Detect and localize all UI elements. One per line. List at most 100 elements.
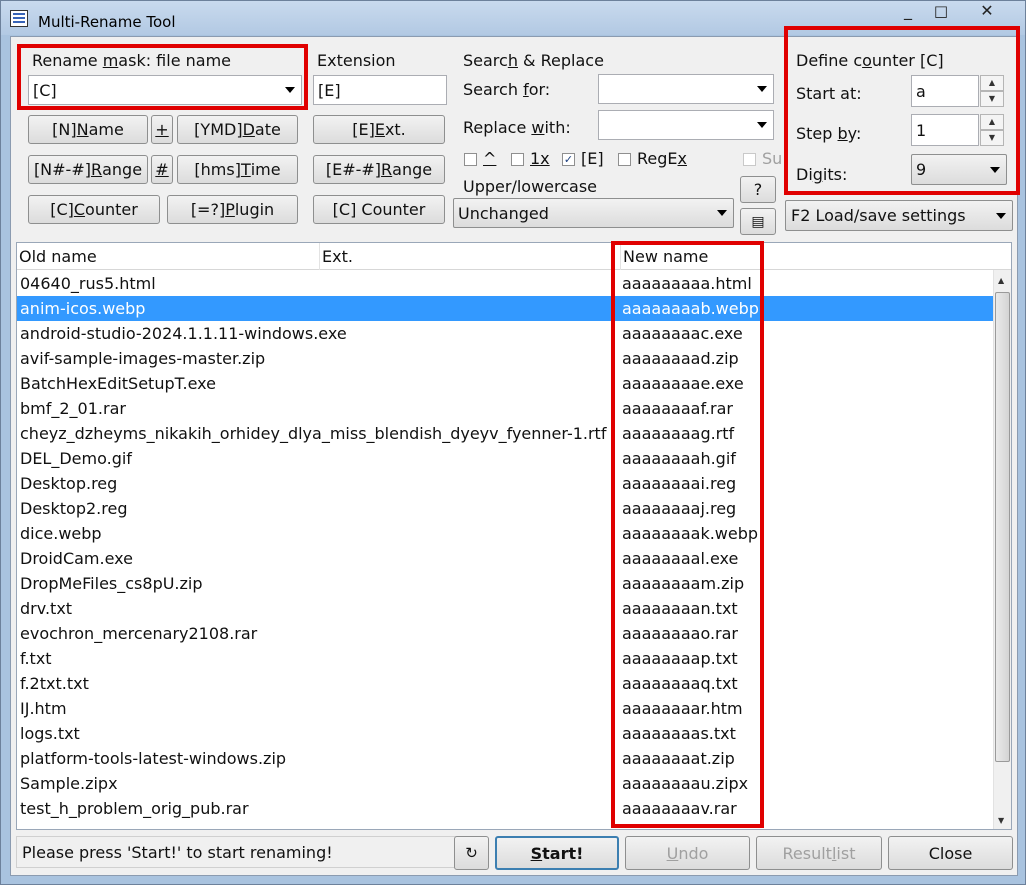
new-name-cell: aaaaaaaal.exe: [622, 549, 739, 568]
scroll-up-icon[interactable]: ▲: [998, 276, 1004, 285]
undo-button[interactable]: Undo: [625, 836, 750, 870]
old-name-cell: drv.txt: [20, 599, 73, 618]
table-row[interactable]: evochron_mercenary2108.rar aaaaaaaao.rar: [17, 621, 995, 646]
list-header: Old name Ext. New name: [17, 243, 1011, 270]
old-name-cell: avif-sample-images-master.zip: [20, 349, 266, 368]
help-button[interactable]: ?: [740, 176, 776, 203]
chevron-down-icon: [285, 87, 295, 93]
table-row[interactable]: platform-tools-latest-windows.zip aaaaaaa…: [17, 746, 995, 771]
search-for-combo[interactable]: [598, 74, 774, 104]
table-row[interactable]: BatchHexEditSetupT.exe aaaaaaaae.exe: [17, 371, 995, 396]
table-row[interactable]: f.txt aaaaaaaap.txt: [17, 646, 995, 671]
caret-checkbox[interactable]: [464, 153, 477, 166]
ext-checkbox[interactable]: ✓: [562, 153, 575, 166]
old-name-cell: test_h_problem_orig_pub.rar: [20, 799, 249, 818]
digits-select[interactable]: 9: [911, 154, 1007, 185]
table-row[interactable]: logs.txt aaaaaaaas.txt: [17, 721, 995, 746]
new-name-cell: aaaaaaaav.rar: [622, 799, 737, 818]
window-title: Multi-Rename Tool: [38, 13, 176, 31]
chevron-down-icon: [996, 212, 1006, 219]
new-name-cell: aaaaaaaaq.txt: [622, 674, 738, 693]
old-name-cell: f.txt: [20, 649, 52, 668]
start-at-input[interactable]: a: [911, 75, 979, 107]
old-name-cell: Sample.zipx: [20, 774, 118, 793]
range-button[interactable]: [N#-#] Range: [28, 155, 148, 184]
load-save-settings-button[interactable]: F2 Load/save settings: [785, 200, 1013, 231]
close-window-button[interactable]: ✕: [973, 1, 1001, 23]
dialog-client-area: Rename mask: file name [C] [N] Name + [Y…: [10, 26, 1020, 876]
new-name-column-header[interactable]: New name: [621, 243, 1011, 270]
scroll-down-icon[interactable]: ▼: [998, 816, 1004, 825]
once-checkbox[interactable]: [511, 153, 524, 166]
table-row[interactable]: dice.webp aaaaaaaak.webp: [17, 521, 995, 546]
counter-button[interactable]: [C] Counter: [28, 195, 160, 224]
rename-mask-combo[interactable]: [C]: [28, 75, 302, 105]
table-row[interactable]: DropMeFiles_cs8pU.zip aaaaaaaam.zip: [17, 571, 995, 596]
new-name-cell: aaaaaaaak.webp: [622, 524, 759, 543]
table-row[interactable]: DEL_Demo.gif aaaaaaaah.gif: [17, 446, 995, 471]
subst-checkbox[interactable]: [743, 153, 756, 166]
ext-range-button[interactable]: [E#-#] Range: [313, 155, 445, 184]
table-row[interactable]: android-studio-2024.1.1.11-windows.exe aa…: [17, 321, 995, 346]
start-up-icon[interactable]: ▲: [980, 75, 1004, 91]
search-for-label: Search for:: [463, 80, 551, 99]
plugin-button[interactable]: [=?] Plugin: [167, 195, 298, 224]
name-button[interactable]: [N] Name: [28, 115, 148, 144]
new-name-cell: aaaaaaaas.txt: [622, 724, 736, 743]
date-button[interactable]: [YMD] Date: [177, 115, 298, 144]
scroll-thumb[interactable]: [995, 292, 1010, 762]
extension-input[interactable]: [E]: [313, 75, 447, 105]
hash-button[interactable]: #: [151, 155, 173, 184]
step-down-icon[interactable]: ▼: [980, 130, 1004, 146]
chevron-down-icon: [757, 122, 767, 128]
close-button[interactable]: Close: [888, 836, 1013, 870]
ext-button[interactable]: [E] Ext.: [313, 115, 445, 144]
step-up-icon[interactable]: ▲: [980, 114, 1004, 130]
table-row[interactable]: DroidCam.exe aaaaaaaal.exe: [17, 546, 995, 571]
minimize-button[interactable]: _: [894, 1, 922, 23]
new-name-cell: aaaaaaaah.gif: [622, 449, 736, 468]
refresh-icon[interactable]: ↻: [454, 836, 489, 870]
plus-button[interactable]: +: [151, 115, 173, 144]
maximize-button[interactable]: □: [927, 1, 955, 23]
ext-counter-button[interactable]: [C] Counter: [313, 195, 445, 224]
new-name-cell: aaaaaaaap.txt: [622, 649, 738, 668]
time-button[interactable]: [hms] Time: [177, 155, 298, 184]
status-text: Please press 'Start!' to start renaming!: [16, 836, 458, 868]
ext-column-header[interactable]: Ext.: [320, 243, 621, 270]
table-row[interactable]: cheyz_dzheyms_nikakih_orhidey_dlya_miss_…: [17, 421, 995, 446]
step-by-input[interactable]: 1: [911, 114, 979, 146]
copy-icon[interactable]: ▤: [740, 208, 776, 235]
regex-checkbox[interactable]: [618, 153, 631, 166]
table-row[interactable]: 04640_rus5.html aaaaaaaaa.html: [17, 271, 995, 296]
file-list[interactable]: Old name Ext. New name 04640_rus5.html aa…: [16, 242, 1012, 830]
table-row[interactable]: avif-sample-images-master.zip aaaaaaaad.z…: [17, 346, 995, 371]
result-list-button[interactable]: Result l ist: [756, 836, 882, 870]
replace-with-label: Replace with:: [463, 118, 571, 137]
table-row[interactable]: test_h_problem_orig_pub.rar aaaaaaaav.rar: [17, 796, 995, 821]
table-row[interactable]: drv.txt aaaaaaaan.txt: [17, 596, 995, 621]
old-name-column-header[interactable]: Old name: [17, 243, 320, 270]
once-checkbox-label: 1x: [530, 149, 550, 168]
table-row[interactable]: bmf_2_01.rar aaaaaaaaf.rar: [17, 396, 995, 421]
old-name-cell: dice.webp: [20, 524, 102, 543]
rename-mask-label: Rename mask: file name: [32, 51, 232, 70]
table-row[interactable]: IJ.htm aaaaaaaar.htm: [17, 696, 995, 721]
rename-mask-value: [C]: [33, 80, 57, 100]
table-row[interactable]: Sample.zipx aaaaaaaau.zipx: [17, 771, 995, 796]
case-label: Upper/lowercase: [463, 177, 598, 196]
table-row[interactable]: anim-icos.webp aaaaaaaab.webp: [17, 296, 995, 321]
start-down-icon[interactable]: ▼: [980, 91, 1004, 107]
start-button[interactable]: Start!: [495, 836, 619, 870]
table-row[interactable]: f.2txt.txt aaaaaaaaq.txt: [17, 671, 995, 696]
counter-label: Define counter [C]: [796, 51, 944, 70]
table-row[interactable]: Desktop2.reg aaaaaaaaj.reg: [17, 496, 995, 521]
new-name-cell: aaaaaaaac.exe: [622, 324, 743, 343]
case-select[interactable]: Unchanged: [453, 198, 734, 228]
replace-with-combo[interactable]: [598, 110, 774, 140]
vertical-scrollbar[interactable]: ▲ ▼: [993, 270, 1011, 829]
old-name-cell: logs.txt: [20, 724, 80, 743]
old-name-cell: DEL_Demo.gif: [20, 449, 132, 468]
new-name-cell: aaaaaaaab.webp: [622, 299, 759, 318]
table-row[interactable]: Desktop.reg aaaaaaaai.reg: [17, 471, 995, 496]
